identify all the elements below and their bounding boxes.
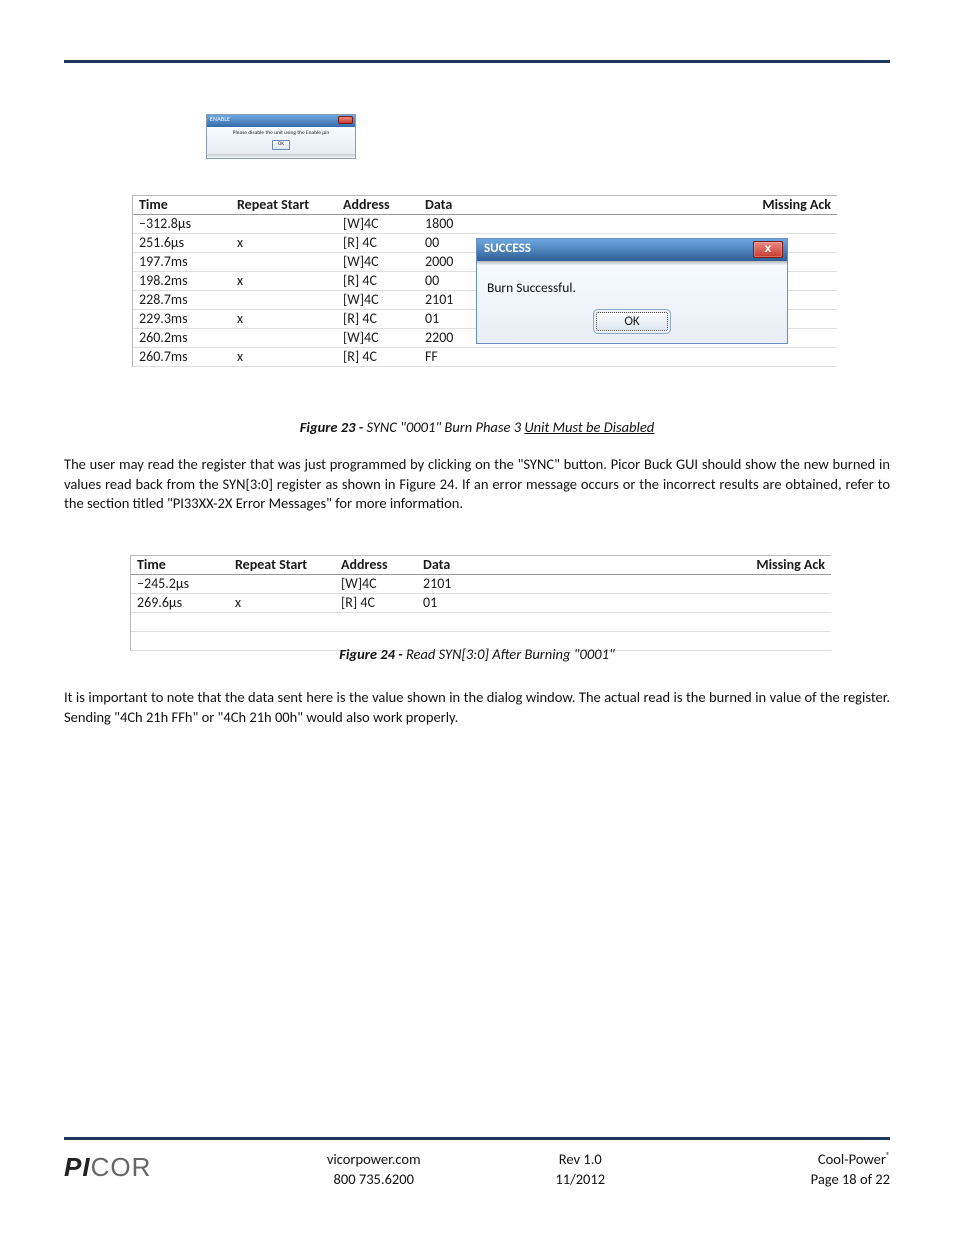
paragraph-1: The user may read the register that was … <box>64 455 890 514</box>
success-message: Burn Successful. <box>487 279 777 296</box>
table-row: 269.6µsx[R] 4C01 <box>131 594 831 613</box>
table-row: 260.7msx[R] 4CFF <box>133 348 837 367</box>
footer-product: Cool-Power® Page 18 of 22 <box>684 1150 891 1189</box>
enable-title: ENABLE <box>210 115 230 123</box>
table-row: −245.2µs[W]4C2101 <box>131 575 831 594</box>
enable-ok-button[interactable]: OK <box>272 140 290 150</box>
close-icon[interactable]: x <box>753 241 783 258</box>
success-ok-button[interactable]: OK <box>596 312 668 331</box>
footer-contact: vicorpower.com 800 735.6200 <box>271 1150 478 1189</box>
trace-figure-24: Time Repeat Start Address Data Missing A… <box>130 555 831 651</box>
success-dialog: SUCCESS x Burn Successful. OK <box>476 238 788 344</box>
trace-figure-23: Time Repeat Start Address Data Missing A… <box>132 195 837 367</box>
figure-24-caption: Figure 24 - Read SYN[3:0] After Burning … <box>0 645 954 663</box>
enable-dialog: ENABLE Please disable the unit using the… <box>206 114 356 159</box>
success-titlebar: SUCCESS x <box>477 239 787 261</box>
th-data: Data <box>417 556 505 574</box>
th-address: Address <box>335 556 417 574</box>
footer: PICOR vicorpower.com 800 735.6200 Rev 1.… <box>64 1150 890 1195</box>
th-repeat: Repeat Start <box>231 196 337 214</box>
th-time: Time <box>133 196 231 214</box>
footer-brand: PICOR <box>64 1150 271 1189</box>
th-repeat: Repeat Start <box>229 556 335 574</box>
success-title: SUCCESS <box>484 241 531 256</box>
close-icon[interactable] <box>338 116 353 124</box>
table-row: −312.8µs[W]4C1800 <box>133 215 837 234</box>
th-missing: Missing Ack <box>745 196 837 214</box>
enable-message: Please disable the unit using the Enable… <box>210 130 352 136</box>
top-rule <box>64 60 890 63</box>
figure-23-caption: Figure 23 - SYNC "0001" Burn Phase 3 Uni… <box>0 418 954 436</box>
th-missing: Missing Ack <box>739 556 831 574</box>
th-time: Time <box>131 556 229 574</box>
th-address: Address <box>337 196 419 214</box>
enable-titlebar: ENABLE <box>207 115 355 127</box>
footer-rule <box>64 1137 890 1140</box>
footer-rev: Rev 1.0 11/2012 <box>477 1150 684 1189</box>
th-data: Data <box>419 196 507 214</box>
paragraph-2: It is important to note that the data se… <box>64 688 890 727</box>
